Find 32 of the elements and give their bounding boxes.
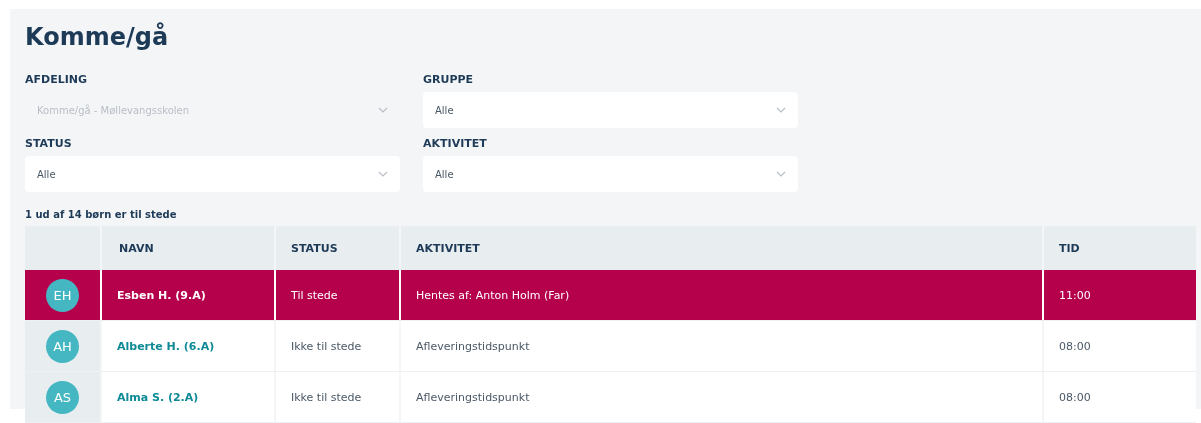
- child-name[interactable]: Alma S. (2.A): [117, 390, 199, 404]
- table-row[interactable]: AS Alma S. (2.A) Ikke til stede Afleveringstidspunkt 08:00: [25, 372, 1196, 423]
- chevron-down-icon: [776, 171, 786, 177]
- table-cell: 08:00: [1059, 339, 1091, 353]
- filter-label: GRUPPE: [423, 73, 474, 86]
- table-row[interactable]: AH Alberte H. (6.A) Ikke til stede Afleveringstidspunkt 08:00: [25, 321, 1196, 372]
- filter-label: AKTIVITET: [423, 137, 487, 150]
- filter-label: AFDELING: [25, 73, 87, 86]
- child-name[interactable]: Esben H. (9.A): [117, 288, 206, 302]
- dropdown-field[interactable]: Alle: [423, 92, 798, 128]
- table-cell: 08:00: [1059, 390, 1091, 404]
- avatar: AH: [46, 329, 79, 363]
- presence-summary: 1 ud af 14 børn er til stede: [25, 209, 177, 220]
- table-cell: 11:00: [1059, 288, 1091, 302]
- chevron-down-icon: [378, 107, 388, 113]
- dropdown-field[interactable]: Alle: [423, 156, 798, 192]
- column-header: TID: [1058, 240, 1081, 257]
- avatar: EH: [46, 278, 79, 312]
- table-cell: Hentes af: Anton Holm (Far): [416, 288, 570, 302]
- table-cell: Til stede: [291, 288, 338, 302]
- table-cell: Afleveringstidspunkt: [416, 390, 530, 404]
- child-name[interactable]: Alberte H. (6.A): [117, 339, 215, 353]
- table-cell: Afleveringstidspunkt: [416, 339, 530, 353]
- page-title: Komme/gå: [25, 23, 170, 51]
- dropdown-field[interactable]: Alle: [25, 156, 400, 192]
- table-cell: Ikke til stede: [291, 390, 362, 404]
- table-cell: Ikke til stede: [291, 339, 362, 353]
- filter-label: STATUS: [25, 137, 72, 150]
- table-row[interactable]: EH Esben H. (9.A) Til stede Hentes af: Anton Holm (Far) 11:00: [25, 270, 1196, 321]
- chevron-down-icon: [378, 171, 388, 177]
- chevron-down-icon: [776, 107, 786, 113]
- avatar: AS: [46, 380, 79, 414]
